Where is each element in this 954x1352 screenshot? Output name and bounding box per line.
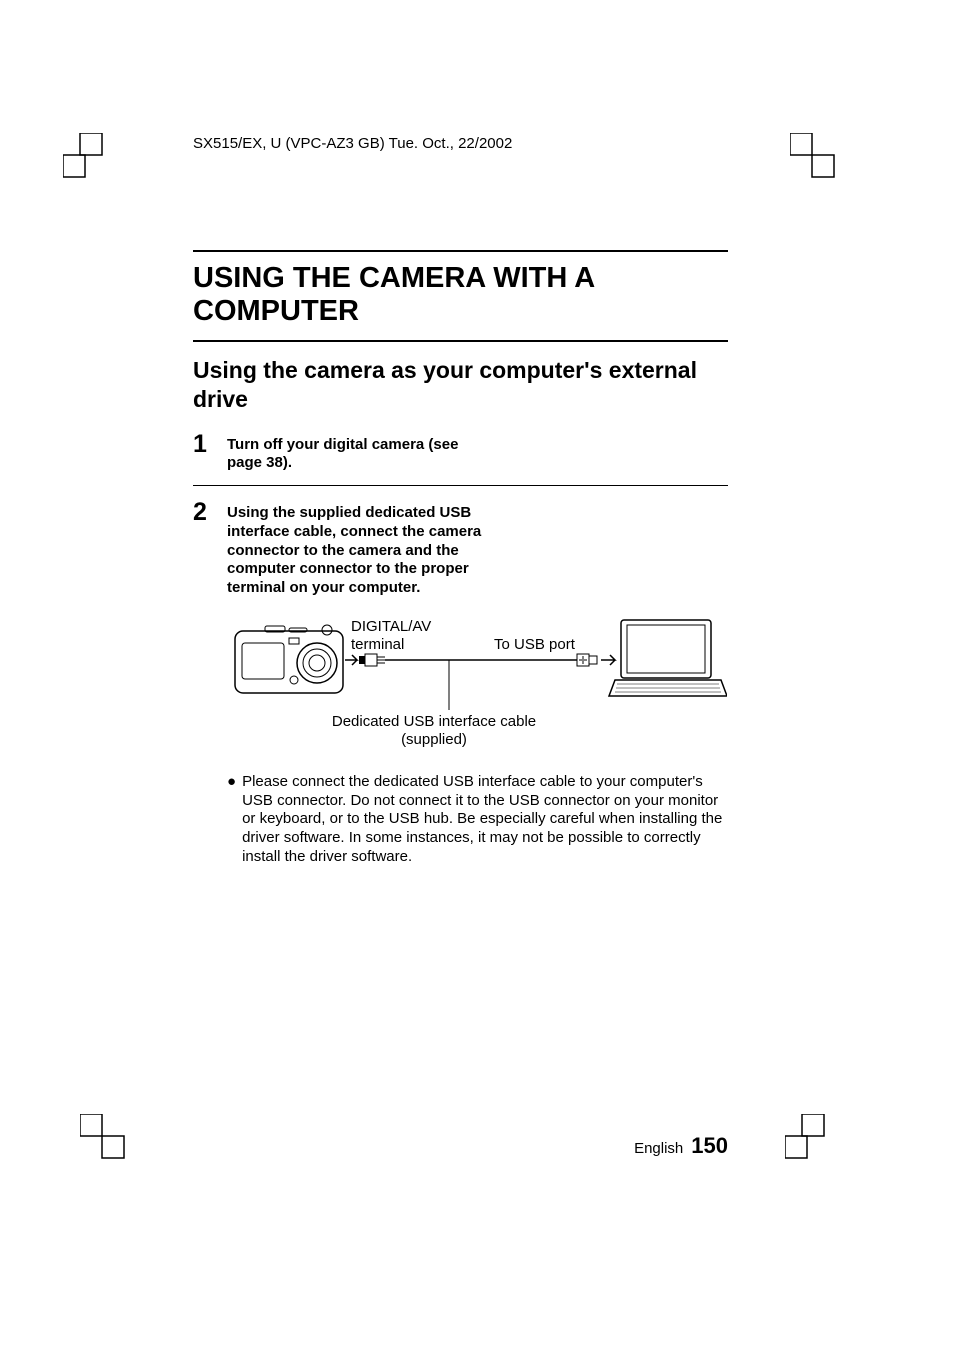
diagram-svg xyxy=(227,618,727,753)
crop-mark-top-right xyxy=(790,133,850,193)
step-number-2: 2 xyxy=(193,500,209,867)
bullet-icon: ● xyxy=(227,773,236,867)
crop-mark-top-left xyxy=(63,133,123,193)
laptop-icon xyxy=(609,620,727,696)
step-1: 1 Turn off your digital camera (see page… xyxy=(193,432,728,487)
bullet-paragraph: ● Please connect the dedicated USB inter… xyxy=(227,773,728,867)
crop-mark-bottom-right xyxy=(785,1114,845,1174)
footer-page-number: 150 xyxy=(691,1133,728,1159)
main-title: USING THE CAMERA WITH A COMPUTER xyxy=(193,262,728,328)
document-header: SX515/EX, U (VPC-AZ3 GB) Tue. Oct., 22/2… xyxy=(193,135,728,152)
bullet-text: Please connect the dedicated USB interfa… xyxy=(242,773,728,867)
step-1-text: Turn off your digital camera (see page 3… xyxy=(227,436,487,474)
step-number-1: 1 xyxy=(193,432,209,474)
page-footer: English 150 xyxy=(634,1133,728,1159)
crop-mark-bottom-left xyxy=(80,1114,140,1174)
connection-diagram: DIGITAL/AV terminal To USB port Dedicate… xyxy=(227,618,728,753)
step-2: 2 Using the supplied dedicated USB inter… xyxy=(193,500,728,867)
footer-language: English xyxy=(634,1140,683,1157)
subtitle: Using the camera as your computer's exte… xyxy=(193,356,728,414)
camera-icon xyxy=(235,625,343,693)
title-section: USING THE CAMERA WITH A COMPUTER xyxy=(193,250,728,342)
step-2-text: Using the supplied dedicated USB interfa… xyxy=(227,504,527,598)
